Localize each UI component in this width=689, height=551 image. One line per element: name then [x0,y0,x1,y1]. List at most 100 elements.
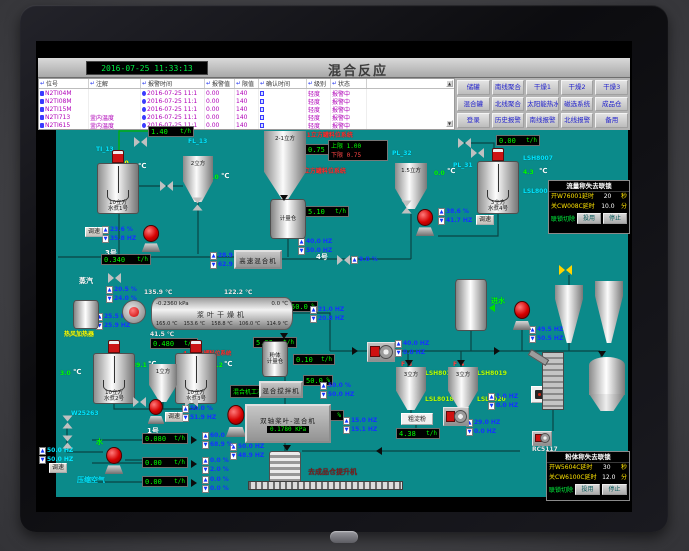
flow-arrow [352,347,358,355]
digital-display: 0.10t/h [293,354,335,365]
indicator-line: ▲9.0 % [351,255,378,264]
bucket-elevator [542,352,564,410]
motor-fan[interactable] [443,407,469,426]
reactor-tank: 10立方 水煮1号 [97,150,139,214]
text-label: ℃ [73,368,81,376]
pump-head-icon [106,447,122,464]
pump[interactable] [146,399,166,424]
display-unit: t/h [335,208,346,215]
indicator-value: 50.0 HZ [47,456,73,463]
arrow-up-icon: ▲ [320,382,327,390]
indicator-value: 50.5 HZ [537,335,563,342]
text-label: 压缩空气 [77,475,105,485]
valve[interactable] [193,198,203,211]
arrow-down-icon: ▼ [230,452,237,460]
stop-button[interactable]: 停止 [603,213,627,224]
mixer-box: 高速混合机 [234,250,282,269]
valve[interactable] [63,416,73,429]
indicator-line: ▼51.9 HZ [182,413,216,422]
hopper-vessel: 3立方 [448,367,478,410]
indicator-value: 41.7 HZ [446,217,472,224]
motor-fan[interactable] [532,431,552,446]
valve[interactable] [63,436,73,449]
stop-button[interactable]: 停止 [602,484,627,495]
pump-head-icon [227,405,244,425]
arrow-down-icon: ▼ [182,414,189,422]
display-unit: t/h [174,478,185,485]
indicator-line: ▼50.0 HZ [298,246,332,255]
speed-button[interactable]: 调速 [476,215,494,225]
indicator-line: ▲50.0 HZ [230,442,264,451]
pump[interactable] [414,209,436,236]
arrow-up-icon: ▲ [310,306,317,314]
indicator-value: 0.0 % [210,485,229,492]
display-value: 0.00 [145,478,162,486]
apply-button[interactable]: 投用 [575,484,600,495]
speed-button[interactable]: 调速 [49,463,67,473]
indicator-value: 0.0 % [210,457,229,464]
vessel-label: 2立方 [183,159,213,167]
valve[interactable] [458,138,471,148]
display-value: 0.080 [145,435,166,443]
arrow-up-icon: ▲ [351,256,358,264]
valve[interactable] [337,255,350,265]
pump[interactable] [511,301,533,330]
indicator-value: 40.0 HZ [403,340,429,347]
arrow-down-icon: ▼ [106,295,113,303]
cylinder-vessel [73,300,99,329]
pump[interactable] [140,225,162,252]
vessel-label: 3立方 [396,370,426,378]
cylinder-vessel [455,279,487,331]
indicator-line: ▲20.5 % [106,285,137,294]
valve[interactable] [133,397,146,407]
arrow-down-icon: ▼ [102,235,109,243]
text-label: 0.0 [434,170,445,177]
flow-arrow [405,360,413,366]
mixer-label: 混合搅拌机 [262,385,300,395]
valve[interactable] [559,265,572,275]
indicator-line: ▲0.0 % [202,456,229,465]
valve[interactable] [185,397,198,407]
pump[interactable] [103,447,125,474]
valve[interactable] [160,181,173,191]
speed-button[interactable]: 调速 [165,412,183,422]
indicator-line: ▼50.0 HZ [320,390,354,399]
panel-row-unit: 秒 [621,463,627,473]
arrow-up-icon: ▲ [395,340,402,348]
agitator-motor [190,340,202,353]
indicator-value: 21.0 HZ [318,306,344,313]
arrow-up-icon: ▲ [39,447,46,455]
valve[interactable] [108,273,121,283]
arrow-down-icon: ▼ [466,428,473,436]
valve[interactable] [134,137,147,147]
valve[interactable] [471,148,484,158]
flow-arrow [494,347,500,355]
process-diagram: TI_13FL_130.0℃0.0℃3号2-1立方罐料位系统2-3立方罐料位系统… [0,0,689,551]
indicator-line: ▼35.8 HZ [102,234,136,243]
limit-panel: 上限 1.00下限 0.75 [328,140,388,161]
arrow-down-icon: ▼ [320,391,327,399]
panel-title: 流量称失去联锁 [549,181,629,192]
dryer-temp-value: 106.0 ℃ [239,321,261,327]
text-label: LSH8019 [477,370,507,377]
display-value: 1.40 [151,128,168,136]
speed-button[interactable]: 调速 [85,227,103,237]
tank-body: 10立方 水煮2号 [93,353,135,404]
text-label: FL_13 [188,138,207,145]
panel-row-label: 关CW6100C延时 [549,473,597,483]
display-value: 4.38 [399,430,416,438]
motor-fan[interactable] [367,342,395,362]
cyclone-separator [595,281,623,343]
text-label: 3.0 [60,370,71,377]
pump-base [142,243,161,252]
indicator-line: ▼15.1 HZ [343,425,377,434]
indicator-value: 2.0 % [210,466,229,473]
tank-label: 3立方 水煮4号 [478,200,518,212]
flow-arrow [457,360,465,366]
arrow-down-icon: ▼ [310,315,317,323]
blower-fan[interactable] [122,300,146,324]
flow-arrow [280,195,288,201]
display-value: 0.340 [104,256,125,264]
valve[interactable] [402,201,412,214]
apply-button[interactable]: 投用 [577,213,601,224]
